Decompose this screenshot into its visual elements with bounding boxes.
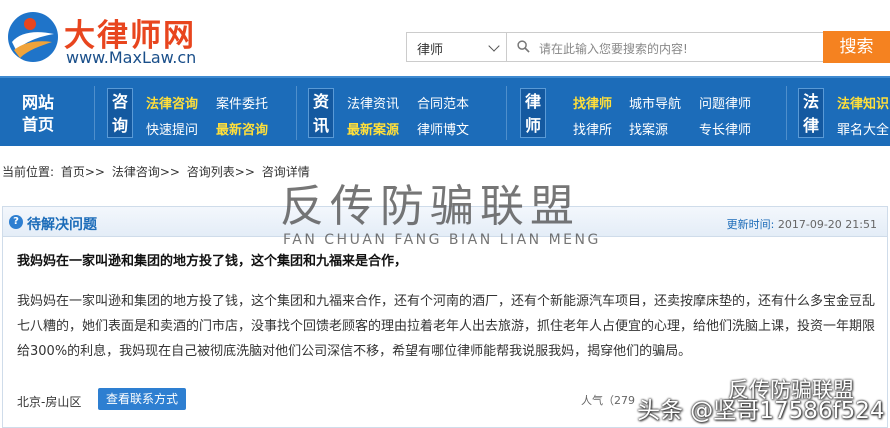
nav-link-specialist-lawyer[interactable]: 专长律师 <box>699 119 751 138</box>
watermark-text-cn: 反传防骗联盟 <box>280 181 580 232</box>
popularity-count: 人气（279 <box>581 394 635 407</box>
breadcrumb-prefix: 当前位置: <box>2 165 55 179</box>
breadcrumb-legal-consult[interactable]: 法律咨询>> <box>112 165 180 179</box>
nav-link-legal-consult[interactable]: 法律咨询 <box>146 93 198 112</box>
nav-tag-char: 询 <box>111 116 128 135</box>
nav-divider <box>296 86 297 140</box>
nav-link-lawyer-blog[interactable]: 律师博文 <box>417 119 469 138</box>
breadcrumb-consult-list[interactable]: 咨询列表>> <box>187 165 255 179</box>
nav-link-crime-list[interactable]: 罪名大全 <box>837 119 889 138</box>
update-time-value: 2017-09-20 21:51 <box>777 218 877 231</box>
nav-tag-consult[interactable]: 咨 询 <box>107 88 133 138</box>
nav-link-find-lawyer[interactable]: 找律师 <box>573 93 612 112</box>
search-button[interactable]: 搜索 <box>823 31 890 63</box>
search-icon <box>517 40 530 53</box>
site-header: 大律师网 www.MaxLaw.cn 律师 请在此输入您要搜索的内容! 搜索 <box>0 0 890 76</box>
nav-tag-char: 师 <box>524 116 541 135</box>
breadcrumb-home[interactable]: 首页>> <box>61 165 105 179</box>
nav-home-link[interactable]: 网站 首页 <box>14 92 62 136</box>
nav-link-latest-consult[interactable]: 最新咨询 <box>216 119 268 138</box>
question-status: 待解决问题 <box>27 217 97 233</box>
question-body: 我妈妈在一家叫逊和集团的地方投了钱，这个集团和九福来合作，还有个河南的酒厂，还有… <box>17 294 876 359</box>
nav-tag-char: 咨 <box>111 92 128 111</box>
nav-link-contract-templates[interactable]: 合同范本 <box>417 93 469 112</box>
nav-tag-law[interactable]: 法 律 <box>798 88 824 138</box>
breadcrumb: 当前位置: 首页>> 法律咨询>> 咨询列表>> 咨询详情 <box>2 163 313 180</box>
update-time-label: 更新时间: <box>726 218 775 231</box>
nav-link-quick-ask[interactable]: 快速提问 <box>146 119 198 138</box>
nav-link-find-firm[interactable]: 找律所 <box>573 119 612 138</box>
watermark-text-en: FAN CHUAN FANG BIAN LIAN MENG <box>283 232 601 248</box>
nav-tag-char: 法 <box>802 92 819 111</box>
nav-divider <box>786 86 787 140</box>
asker-location: 北京-房山区 <box>17 395 82 409</box>
watermark-toutiao-handle: 头条 @坚哥17586f524 <box>637 398 885 424</box>
nav-link-legal-news[interactable]: 法律资讯 <box>347 93 399 112</box>
search-category-select[interactable]: 律师 <box>406 32 506 62</box>
nav-link-latest-cases[interactable]: 最新案源 <box>347 119 399 138</box>
nav-divider <box>94 86 95 140</box>
nav-link-case-entrust[interactable]: 案件委托 <box>216 93 268 112</box>
search-placeholder: 请在此输入您要搜索的内容! <box>539 42 688 56</box>
search-input[interactable]: 请在此输入您要搜索的内容! <box>506 32 824 62</box>
nav-link-city-guide[interactable]: 城市导航 <box>629 93 681 112</box>
logo-text-en: www.MaxLaw.cn <box>66 48 197 67</box>
nav-link-legal-knowledge[interactable]: 法律知识 <box>837 93 889 112</box>
nav-tag-char: 律 <box>802 116 819 135</box>
site-logo[interactable]: 大律师网 www.MaxLaw.cn <box>6 8 211 70</box>
view-contact-button[interactable]: 查看联系方式 <box>98 388 187 410</box>
nav-link-question-lawyer[interactable]: 问题律师 <box>699 93 751 112</box>
search-category-value: 律师 <box>417 43 444 58</box>
nav-tag-news[interactable]: 资 讯 <box>308 88 334 138</box>
nav-tag-lawyer[interactable]: 律 师 <box>520 88 546 138</box>
nav-home-line1: 网站 <box>21 93 54 112</box>
logo-emblem-icon <box>8 12 58 62</box>
nav-tag-char: 律 <box>524 92 541 111</box>
nav-tag-char: 资 <box>312 92 329 111</box>
nav-home-line2: 首页 <box>21 115 54 134</box>
nav-link-find-case-source[interactable]: 找案源 <box>629 119 668 138</box>
chevron-down-icon <box>488 40 500 52</box>
nav-divider <box>506 86 507 140</box>
main-nav: 网站 首页 咨 询 法律咨询 案件委托 快速提问 最新咨询 资 讯 法律资讯 合… <box>0 76 890 146</box>
update-time: 更新时间: 2017-09-20 21:51 <box>727 216 877 232</box>
nav-tag-char: 讯 <box>312 116 329 135</box>
question-mark-icon: ? <box>9 215 23 229</box>
question-title: 我妈妈在一家叫逊和集团的地方投了钱，这个集团和九福来是合作， <box>17 254 408 269</box>
